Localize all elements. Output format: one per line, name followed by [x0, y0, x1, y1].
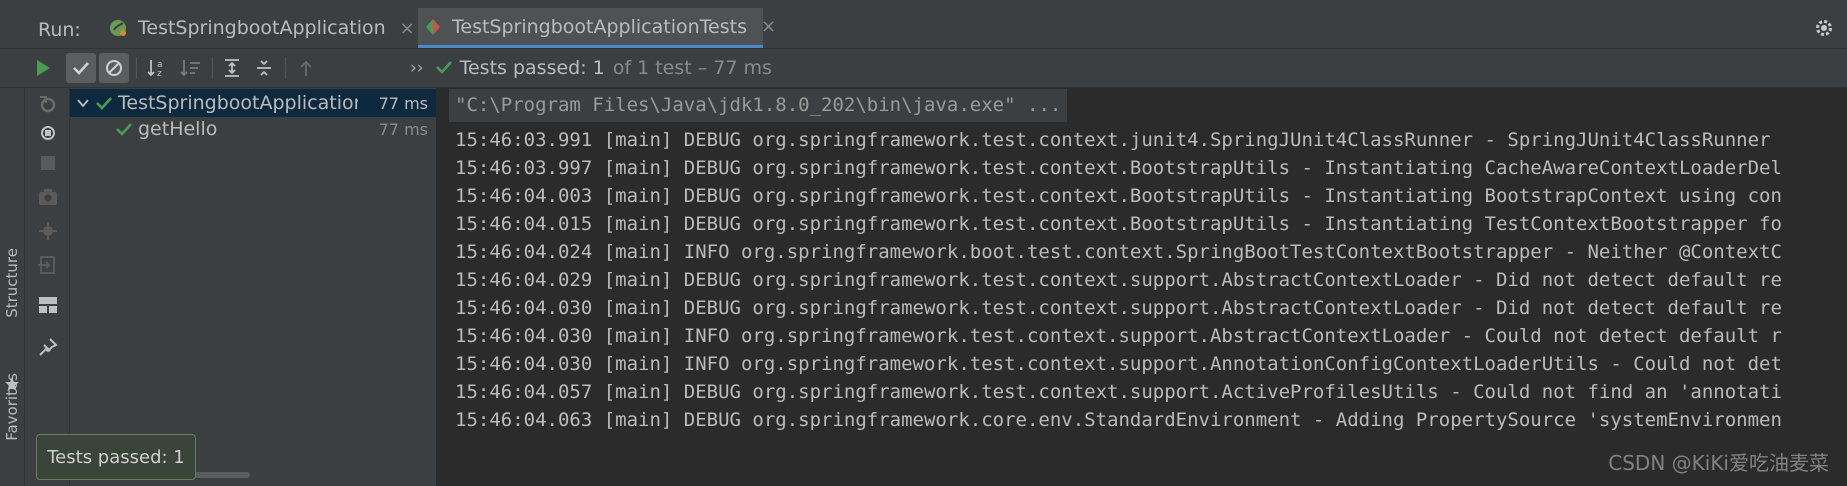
status-passed: Tests passed: 1 [459, 57, 605, 79]
check-icon [96, 96, 112, 110]
chevron-down-icon[interactable] [70, 98, 96, 108]
pin-icon[interactable] [37, 336, 59, 358]
spring-icon [108, 18, 128, 38]
sort-duration-icon[interactable] [176, 53, 206, 83]
tree-node-time: 77 ms [378, 119, 428, 139]
tab-testspringbootapplication[interactable]: TestSpringbootApplication × [102, 8, 415, 48]
tree-node-time: 77 ms [378, 93, 428, 113]
console-command-line: "C:\Program Files\Java\jdk1.8.0_202\bin\… [449, 89, 1068, 122]
check-icon [435, 57, 452, 79]
console-output[interactable]: "C:\Program Files\Java\jdk1.8.0_202\bin\… [437, 88, 1847, 486]
star-icon [4, 376, 20, 396]
tab-testspringbootapplicationtests[interactable]: TestSpringbootApplicationTests × [418, 8, 776, 48]
dump-threads-icon[interactable] [37, 220, 59, 242]
test-status: ›› Tests passed: 1 of 1 test – 77 ms [410, 57, 772, 79]
left-tool-stripe: Structure Favorites [0, 88, 25, 486]
expand-chevron-icon[interactable]: ›› [410, 58, 424, 78]
tree-node-label: TestSpringbootApplicationTests [118, 92, 358, 114]
tree-node-test-method[interactable]: getHello 77 ms [70, 115, 436, 143]
exit-icon[interactable] [37, 254, 59, 276]
run-tab-bar: Run: TestSpringbootApplication × TestSpr… [0, 8, 1847, 49]
toolbar-separator [136, 57, 137, 79]
expand-all-icon[interactable] [217, 53, 247, 83]
check-icon [116, 122, 132, 136]
toggle-auto-test-icon[interactable] [37, 122, 59, 144]
show-passed-icon[interactable] [66, 53, 96, 83]
tab-label: TestSpringbootApplicationTests [452, 15, 747, 38]
svg-text:z: z [157, 69, 162, 78]
close-icon[interactable]: × [761, 16, 776, 37]
run-label: Run: [38, 19, 81, 41]
test-tree: TestSpringbootApplicationTests 77 ms get… [70, 88, 437, 486]
junit-icon [424, 18, 442, 36]
camera-icon[interactable] [37, 186, 59, 208]
test-toolbar: az ›› Tests passed: 1 of 1 test – 77 ms [0, 49, 1847, 88]
settings-gear-icon[interactable] [1813, 17, 1835, 43]
tree-node-label: getHello [138, 118, 218, 140]
rerun-failed-icon[interactable] [37, 94, 59, 116]
stop-icon[interactable] [37, 152, 59, 174]
toolbar-separator [285, 57, 286, 79]
run-side-actions [25, 88, 70, 486]
console-vertical-scrollbar[interactable] [1837, 88, 1847, 486]
tests-passed-tooltip: Tests passed: 1 [36, 434, 196, 480]
sort-alpha-icon[interactable]: az [143, 53, 173, 83]
close-icon[interactable]: × [400, 18, 415, 39]
watermark: CSDN @KiKi爱吃油麦菜 [1608, 451, 1829, 475]
previous-failed-icon[interactable] [291, 53, 321, 83]
layout-icon[interactable] [37, 294, 59, 316]
show-ignored-icon[interactable] [99, 53, 129, 83]
console-line: 15:46:04.063 [main] DEBUG org.springfram… [455, 409, 1782, 431]
status-detail: of 1 test – 77 ms [612, 57, 772, 79]
collapse-all-icon[interactable] [249, 53, 279, 83]
tree-node-test-class[interactable]: TestSpringbootApplicationTests 77 ms [70, 89, 436, 117]
tab-label: TestSpringbootApplication [138, 17, 386, 39]
structure-tool-tab[interactable]: Structure [3, 248, 21, 318]
toolbar-separator [212, 57, 213, 79]
rerun-icon[interactable] [28, 53, 58, 83]
